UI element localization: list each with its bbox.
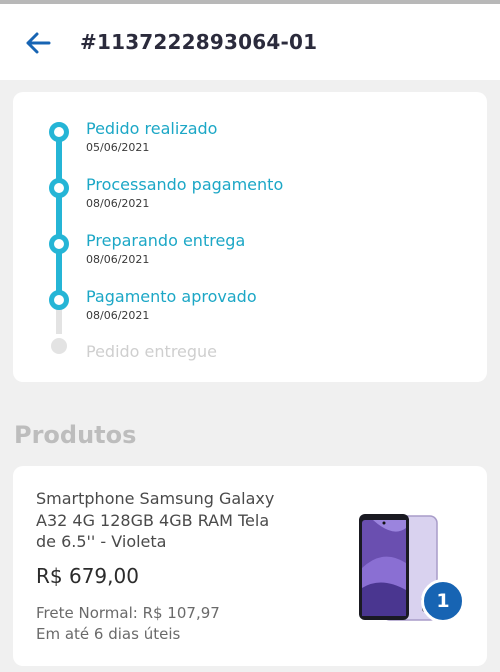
timeline-step-label: Pedido realizado bbox=[86, 119, 218, 138]
timeline-step-date: 05/06/2021 bbox=[86, 141, 150, 154]
timeline-node-completed bbox=[49, 290, 69, 310]
product-shipping-info: Frete Normal: R$ 107,97 Em até 6 dias út… bbox=[36, 603, 316, 645]
arrow-left-icon bbox=[26, 32, 51, 54]
quantity-badge: 1 bbox=[421, 579, 465, 623]
timeline-step-label: Preparando entrega bbox=[86, 231, 246, 250]
product-price: R$ 679,00 bbox=[36, 564, 139, 588]
timeline-node-completed bbox=[49, 122, 69, 142]
shipping-cost: Frete Normal: R$ 107,97 bbox=[36, 604, 220, 622]
timeline-step-label: Processando pagamento bbox=[86, 175, 284, 194]
back-button[interactable] bbox=[22, 28, 54, 58]
timeline-node-completed bbox=[49, 234, 69, 254]
timeline-step-label: Pagamento aprovado bbox=[86, 287, 257, 306]
timeline-node-completed bbox=[49, 178, 69, 198]
order-number: #1137222893064-01 bbox=[80, 30, 318, 54]
products-section-title: Produtos bbox=[14, 421, 137, 449]
delivery-time: Em até 6 dias úteis bbox=[36, 625, 181, 643]
timeline-step-label: Pedido entregue bbox=[86, 342, 218, 361]
timeline-step-date: 08/06/2021 bbox=[86, 253, 150, 266]
product-name: Smartphone Samsung Galaxy A32 4G 128GB 4… bbox=[36, 489, 275, 551]
app-header: #1137222893064-01 bbox=[0, 4, 500, 80]
timeline-step-date: 08/06/2021 bbox=[86, 197, 150, 210]
timeline-step-date: 08/06/2021 bbox=[86, 309, 150, 322]
product-card[interactable]: Smartphone Samsung Galaxy A32 4G 128GB 4… bbox=[13, 466, 487, 666]
timeline-node-pending bbox=[51, 338, 67, 354]
order-status-timeline: Pedido realizado 05/06/2021 Processando … bbox=[13, 92, 487, 382]
